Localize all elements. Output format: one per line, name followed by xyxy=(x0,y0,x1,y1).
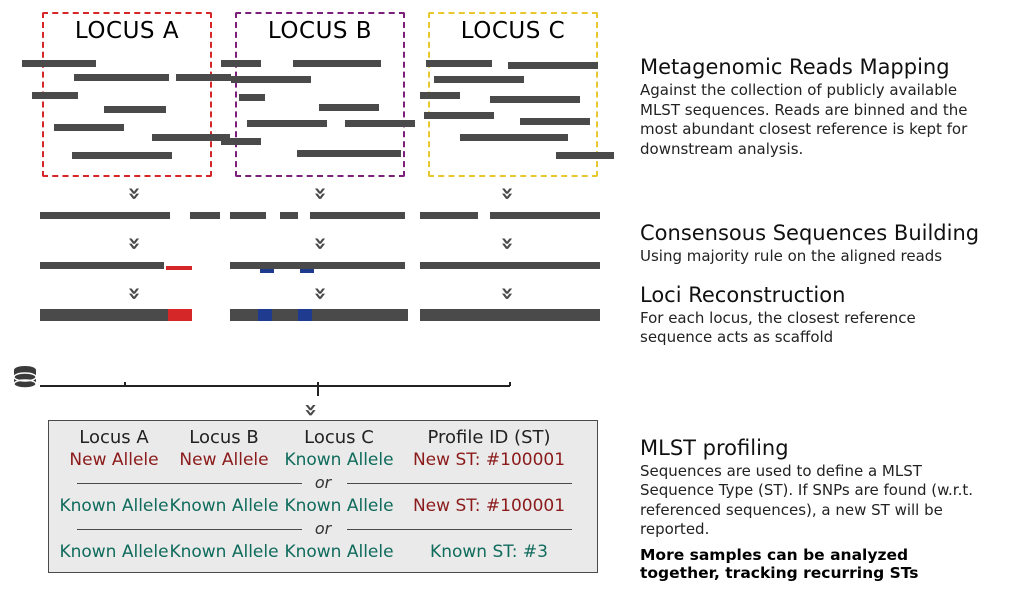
step-desc: For each locus, the closest reference se… xyxy=(640,309,990,348)
step-mapping: Metagenomic Reads Mapping Against the co… xyxy=(640,55,990,159)
down-arrow-icon: » xyxy=(298,403,323,414)
down-arrow-icon: » xyxy=(309,286,331,297)
step-desc: Against the collection of publicly avail… xyxy=(640,81,990,159)
header-profile-id: Profile ID (ST) xyxy=(399,427,579,448)
down-arrow-icon: » xyxy=(496,286,518,297)
down-arrow-icon: » xyxy=(496,236,518,247)
connector-lines xyxy=(40,382,580,402)
down-arrow-icon: » xyxy=(309,236,331,247)
step-bold-note: More samples can be analyzed together, t… xyxy=(640,546,990,582)
arrow-row-3: » » » xyxy=(40,277,600,305)
profile-header-row: Locus A Locus B Locus C Profile ID (ST) xyxy=(59,427,587,448)
locus-b-box: LOCUS B xyxy=(235,12,405,177)
database-icon xyxy=(12,365,38,397)
step-desc: Sequences are used to define a MLST Sequ… xyxy=(640,462,990,540)
header-locus-c: Locus C xyxy=(279,427,399,448)
header-locus-b: Locus B xyxy=(169,427,279,448)
down-arrow-icon: » xyxy=(122,236,144,247)
loci-recon-thick-row xyxy=(40,309,600,323)
locus-a-box: LOCUS A xyxy=(42,12,212,177)
arrow-row-1: » » » xyxy=(40,177,600,205)
header-locus-a: Locus A xyxy=(59,427,169,448)
locus-b-title: LOCUS B xyxy=(237,14,403,44)
profile-row: Known Allele Known Allele Known Allele N… xyxy=(59,494,587,518)
or-separator: or xyxy=(59,519,587,539)
pipeline-diagram: LOCUS A LOCUS B LOCUS C xyxy=(40,12,610,327)
locus-a-title: LOCUS A xyxy=(44,14,210,44)
step-title: Metagenomic Reads Mapping xyxy=(640,55,990,79)
down-arrow-icon: » xyxy=(496,186,518,197)
profile-table: Locus A Locus B Locus C Profile ID (ST) … xyxy=(48,420,598,573)
loci-recon-thin-row xyxy=(40,259,600,273)
locus-c-box: LOCUS C xyxy=(428,12,598,177)
arrow-row-2: » » » xyxy=(40,227,600,255)
or-separator: or xyxy=(59,473,587,493)
reads-mapping-row: LOCUS A LOCUS B LOCUS C xyxy=(40,12,600,177)
profile-row: New Allele New Allele Known Allele New S… xyxy=(59,448,587,472)
step-title: MLST profiling xyxy=(640,436,990,460)
down-arrow-icon: » xyxy=(122,286,144,297)
down-arrow-icon: » xyxy=(309,186,331,197)
step-reconstruction: Loci Reconstruction For each locus, the … xyxy=(640,283,990,348)
step-profiling: MLST profiling Sequences are used to def… xyxy=(640,436,990,582)
step-consensus: Consensous Sequences Building Using majo… xyxy=(640,221,990,267)
steps-descriptions: Metagenomic Reads Mapping Against the co… xyxy=(640,55,990,600)
step-title: Loci Reconstruction xyxy=(640,283,990,307)
step-desc: Using majority rule on the aligned reads xyxy=(640,247,990,267)
consensus-row xyxy=(40,209,600,223)
down-arrow-icon: » xyxy=(122,186,144,197)
profile-row: Known Allele Known Allele Known Allele K… xyxy=(59,540,587,564)
step-title: Consensous Sequences Building xyxy=(640,221,990,245)
locus-c-title: LOCUS C xyxy=(430,14,596,44)
